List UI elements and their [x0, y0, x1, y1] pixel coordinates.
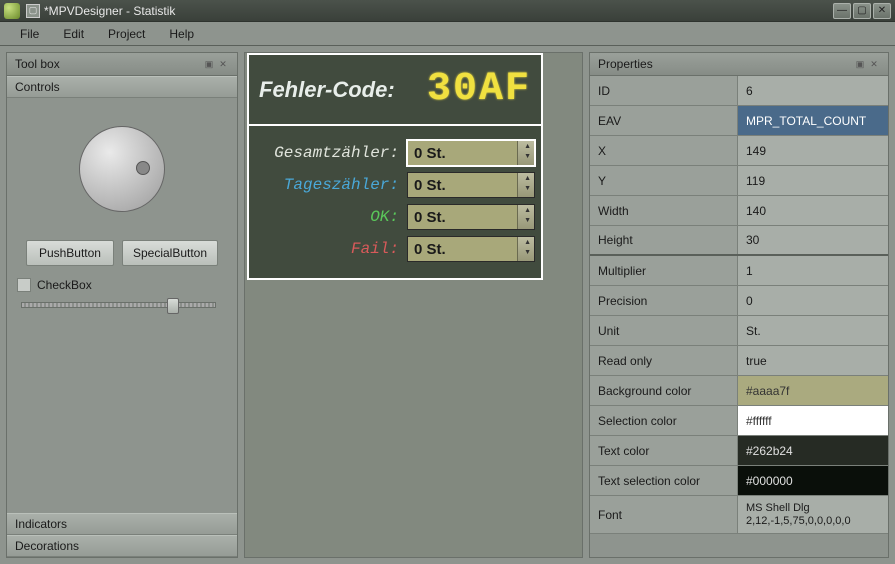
- canvas-form[interactable]: Fehler-Code: 30AF Gesamtzähler:0 St.▲▼Ta…: [247, 53, 543, 280]
- undock-props-icon[interactable]: ▣: [854, 58, 866, 70]
- prop-multiplier-key: Multiplier: [590, 256, 738, 285]
- prop-unit-val[interactable]: St.: [738, 316, 888, 345]
- properties-panel: Properties ▣ ✕ ID6 EAVMPR_TOTAL_COUNT X1…: [589, 52, 889, 558]
- prop-width-val[interactable]: 140: [738, 196, 888, 225]
- window-titlebar: ▢ *MPVDesigner - Statistik — ▢ ✕: [0, 0, 895, 22]
- prop-id-key: ID: [590, 76, 738, 105]
- design-canvas[interactable]: Fehler-Code: 30AF Gesamtzähler:0 St.▲▼Ta…: [244, 52, 583, 558]
- toolbox-header: Tool box ▣ ✕: [7, 53, 237, 76]
- field-label: OK:: [255, 208, 401, 226]
- prop-height-val[interactable]: 30: [738, 226, 888, 254]
- spin-arrows-icon[interactable]: ▲▼: [524, 206, 531, 226]
- prop-multiplier-val[interactable]: 1: [738, 256, 888, 285]
- pushbutton-widget[interactable]: PushButton: [26, 240, 114, 266]
- properties-body: ID6 EAVMPR_TOTAL_COUNT X149 Y119 Width14…: [590, 76, 888, 557]
- prop-textcolor-val[interactable]: #262b24: [738, 436, 888, 465]
- prop-precision-key: Precision: [590, 286, 738, 315]
- controls-body: PushButton SpecialButton CheckBox: [7, 98, 237, 513]
- prop-selcolor-key: Selection color: [590, 406, 738, 435]
- toolbox-panel: Tool box ▣ ✕ Controls PushButton Special…: [6, 52, 238, 558]
- menu-project[interactable]: Project: [96, 24, 157, 44]
- prop-width-key: Width: [590, 196, 738, 225]
- checkbox-widget[interactable]: CheckBox: [17, 278, 92, 292]
- properties-title: Properties: [598, 57, 653, 71]
- prop-font-key: Font: [590, 496, 738, 533]
- field-row: Fail: 0 St.▲▼: [255, 236, 535, 262]
- prop-x-key: X: [590, 136, 738, 165]
- canvas-title-row: Fehler-Code: 30AF: [249, 55, 541, 124]
- spinbox[interactable]: 0 St.▲▼: [407, 140, 535, 166]
- field-row: OK: 0 St.▲▼: [255, 204, 535, 230]
- spinbox[interactable]: 0 St.▲▼: [407, 172, 535, 198]
- spin-arrows-icon[interactable]: ▲▼: [524, 142, 531, 162]
- error-code-value: 30AF: [427, 67, 531, 112]
- menu-file[interactable]: File: [8, 24, 51, 44]
- prop-height-key: Height: [590, 226, 738, 254]
- specialbutton-widget[interactable]: SpecialButton: [122, 240, 218, 266]
- canvas-fields: Gesamtzähler:0 St.▲▼Tageszähler:0 St.▲▼O…: [249, 124, 541, 278]
- window-type-icon: ▢: [26, 4, 40, 18]
- undock-icon[interactable]: ▣: [203, 58, 215, 70]
- indicators-section-header[interactable]: Indicators: [7, 513, 237, 535]
- menu-edit[interactable]: Edit: [51, 24, 96, 44]
- prop-eav-key: EAV: [590, 106, 738, 135]
- spinbox[interactable]: 0 St.▲▼: [407, 204, 535, 230]
- close-props-icon[interactable]: ✕: [868, 58, 880, 70]
- menubar: File Edit Project Help: [0, 22, 895, 46]
- prop-readonly-val[interactable]: true: [738, 346, 888, 375]
- field-label: Gesamtzähler:: [255, 144, 401, 162]
- spinbox[interactable]: 0 St.▲▼: [407, 236, 535, 262]
- prop-id-val[interactable]: 6: [738, 76, 888, 105]
- slider-thumb[interactable]: [167, 298, 179, 314]
- controls-section-header[interactable]: Controls: [7, 76, 237, 98]
- toolbox-title: Tool box: [15, 57, 60, 71]
- slider-widget[interactable]: [21, 302, 216, 308]
- prop-textcolor-key: Text color: [590, 436, 738, 465]
- prop-textselcolor-key: Text selection color: [590, 466, 738, 495]
- prop-font-val[interactable]: MS Shell Dlg 2,12,-1,5,75,0,0,0,0,0: [738, 496, 888, 533]
- checkbox-box[interactable]: [17, 278, 31, 292]
- prop-unit-key: Unit: [590, 316, 738, 345]
- minimize-button[interactable]: —: [833, 3, 851, 19]
- prop-x-val[interactable]: 149: [738, 136, 888, 165]
- decorations-section-header[interactable]: Decorations: [7, 535, 237, 557]
- prop-textselcolor-val[interactable]: #000000: [738, 466, 888, 495]
- close-panel-icon[interactable]: ✕: [217, 58, 229, 70]
- field-label: Fail:: [255, 240, 401, 258]
- prop-bgcolor-key: Background color: [590, 376, 738, 405]
- prop-y-key: Y: [590, 166, 738, 195]
- window-title: *MPVDesigner - Statistik: [44, 4, 831, 18]
- prop-bgcolor-val[interactable]: #aaaa7f: [738, 376, 888, 405]
- field-row: Gesamtzähler: 0 St.▲▼: [255, 140, 535, 166]
- menu-help[interactable]: Help: [157, 24, 206, 44]
- field-label: Tageszähler:: [255, 176, 401, 194]
- checkbox-label: CheckBox: [37, 278, 92, 292]
- maximize-button[interactable]: ▢: [853, 3, 871, 19]
- spin-arrows-icon[interactable]: ▲▼: [524, 174, 531, 194]
- field-row: Tageszähler: 0 St.▲▼: [255, 172, 535, 198]
- properties-header: Properties ▣ ✕: [590, 53, 888, 76]
- prop-eav-val[interactable]: MPR_TOTAL_COUNT: [738, 106, 888, 135]
- prop-y-val[interactable]: 119: [738, 166, 888, 195]
- main-area: Tool box ▣ ✕ Controls PushButton Special…: [0, 46, 895, 564]
- spin-arrows-icon[interactable]: ▲▼: [524, 238, 531, 258]
- prop-precision-val[interactable]: 0: [738, 286, 888, 315]
- app-icon: [4, 3, 20, 19]
- dial-widget[interactable]: [79, 126, 165, 212]
- prop-readonly-key: Read only: [590, 346, 738, 375]
- prop-selcolor-val[interactable]: #ffffff: [738, 406, 888, 435]
- error-code-label: Fehler-Code:: [259, 77, 395, 103]
- close-button[interactable]: ✕: [873, 3, 891, 19]
